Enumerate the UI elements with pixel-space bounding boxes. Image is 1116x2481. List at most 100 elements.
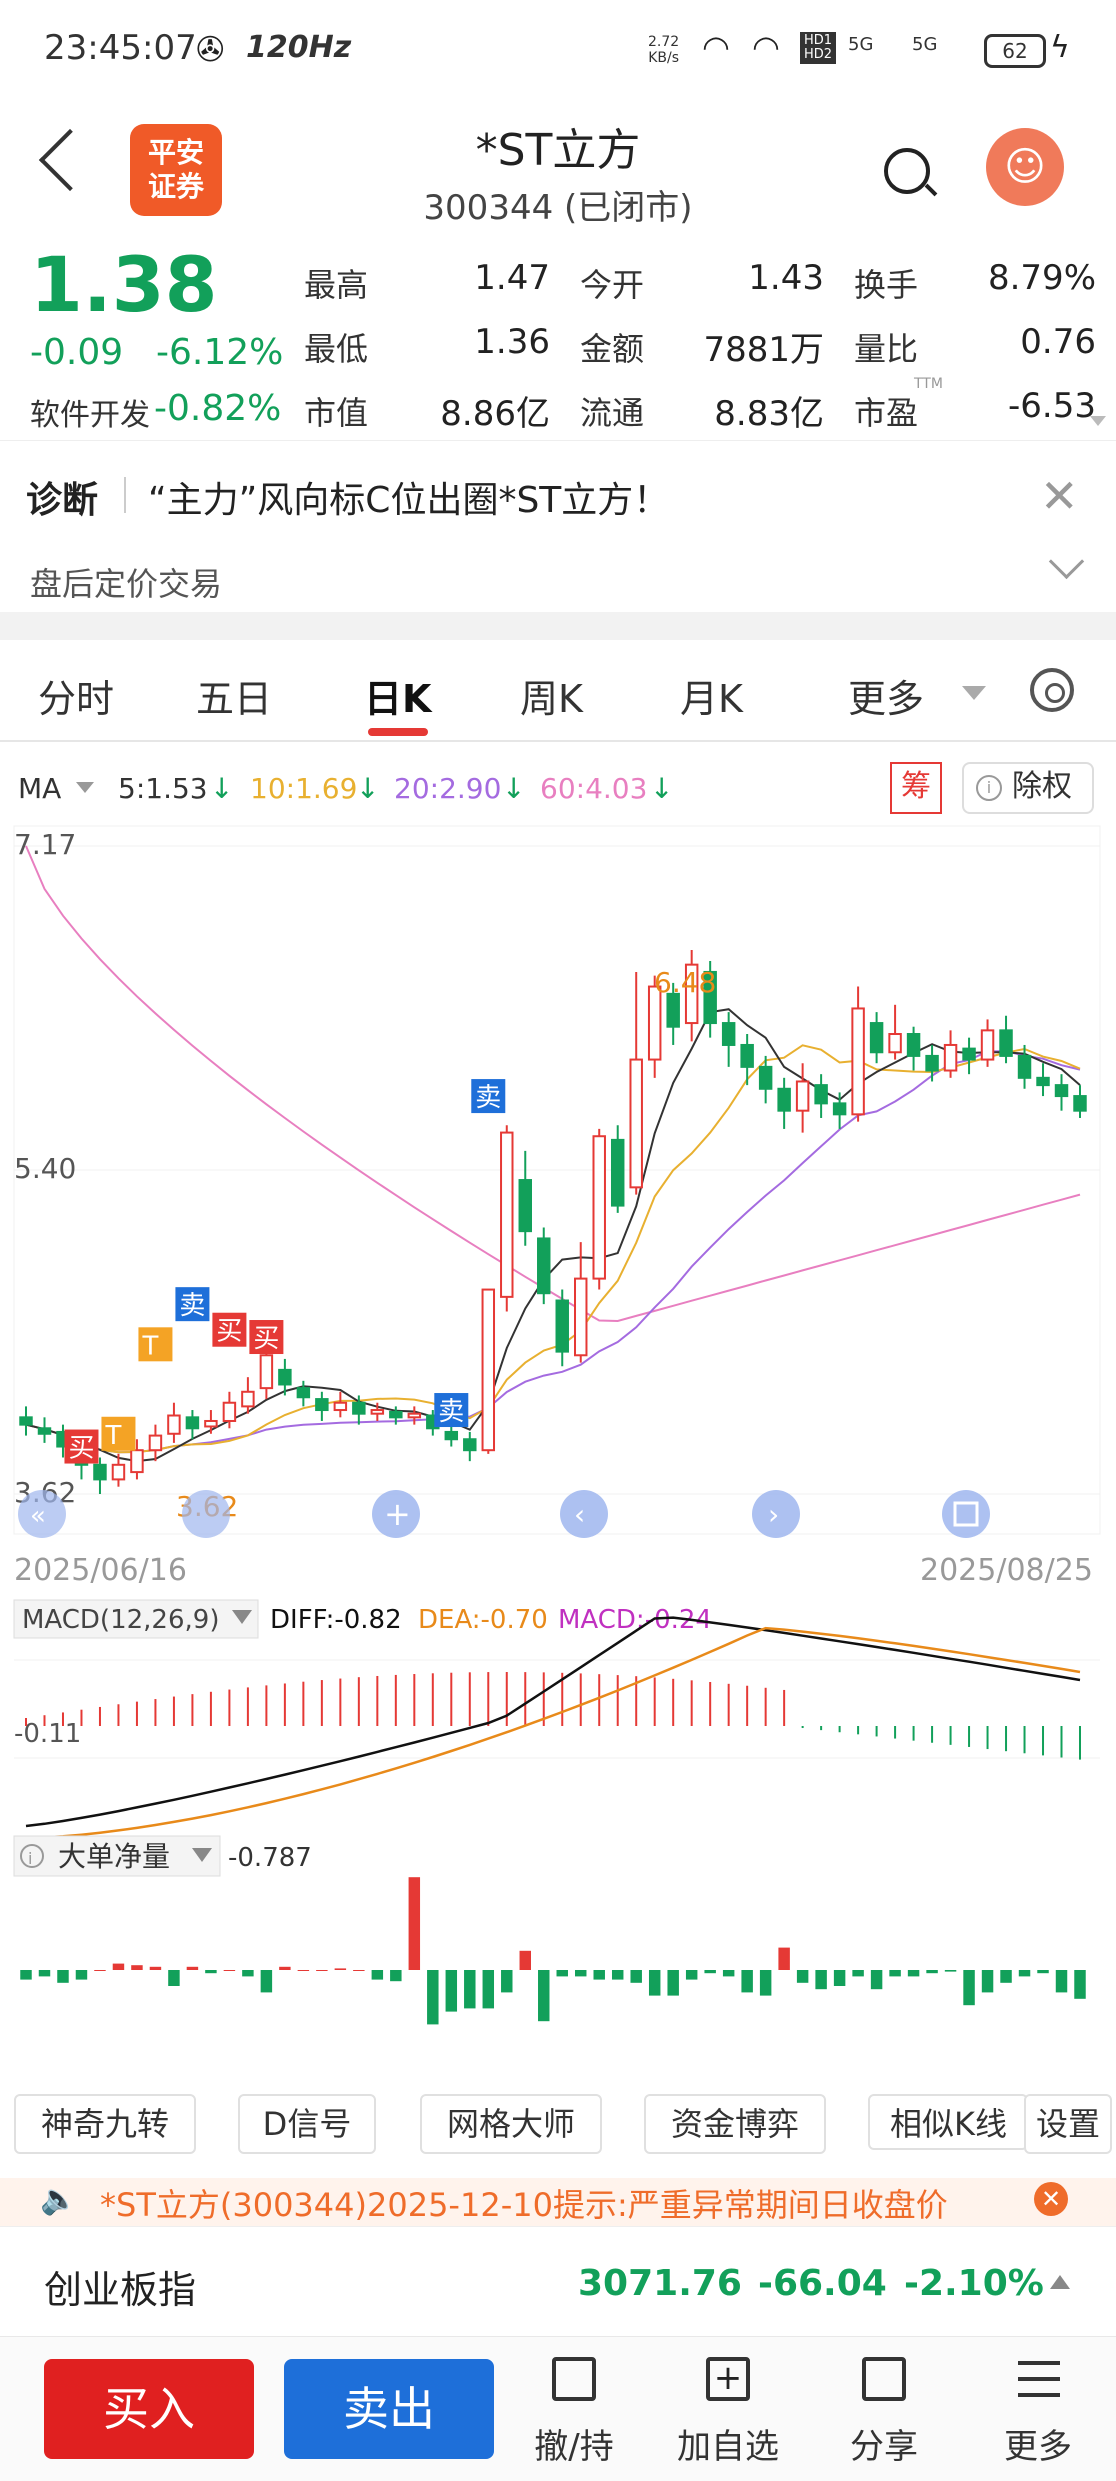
share-label[interactable]: 分享: [824, 2419, 944, 2468]
candle-body: [296, 1387, 311, 1399]
quote-label: 最低: [304, 330, 369, 368]
candle-body: [463, 1438, 477, 1452]
big-order-bar: [759, 1970, 772, 1996]
notice-bar[interactable]: 🔈 *ST立方(300344)2025-12-10提示:严重异常期间日收盘价 ✕: [0, 2178, 1116, 2226]
sector-name[interactable]: 软件开发: [30, 390, 150, 434]
chip-distribution-button[interactable]: 筹: [890, 762, 942, 814]
index-pct: -2.10%: [904, 2263, 1044, 2304]
battery-icon: 62: [984, 34, 1046, 68]
big-order-bar: [833, 1970, 846, 1986]
fan-icon: ✇: [196, 30, 225, 70]
chevron-down-icon[interactable]: [1048, 543, 1085, 580]
dropdown-arrow-icon[interactable]: [76, 782, 94, 793]
tab-five-day[interactable]: 五日: [196, 668, 272, 723]
big-order-bar: [353, 1970, 365, 1971]
divider: [124, 477, 126, 513]
search-icon[interactable]: [884, 148, 930, 194]
tool-magic-nine[interactable]: 神奇九转: [14, 2094, 196, 2154]
tab-monthly-k[interactable]: 月K: [680, 668, 743, 723]
t-mark-text: T: [104, 1421, 121, 1451]
down-arrow-icon: ↓: [210, 772, 234, 805]
top-header: 平安 证券 *ST立方 300344 (已闭市) ☺: [0, 100, 1116, 240]
index-change: -66.04: [758, 2263, 887, 2304]
more-label[interactable]: 更多: [978, 2419, 1098, 2468]
candles: [19, 950, 1087, 1494]
buy-button[interactable]: 买入: [44, 2359, 254, 2459]
cancel-hold-icon[interactable]: [552, 2357, 596, 2401]
quote-value-low: 1.36: [474, 322, 550, 362]
tab-daily-k[interactable]: 日K: [364, 668, 431, 723]
big-order-bars: [20, 1877, 1086, 2025]
diagnosis-panel[interactable]: 诊断 “主力”风向标C位出圈*ST立方！ ✕ 盘后定价交易: [0, 440, 1116, 611]
notice-text[interactable]: *ST立方(300344)2025-12-10提示:严重异常期间日收盘价: [100, 2180, 948, 2226]
expand-icon[interactable]: [1090, 416, 1106, 426]
y-mid-label: 5.40: [14, 1152, 76, 1185]
tool-grid-master[interactable]: 网格大师: [420, 2094, 602, 2154]
big-order-bar: [1037, 1970, 1049, 1974]
macd-axis-label: -0.11: [14, 1719, 81, 1749]
ma-selector[interactable]: MA: [18, 772, 61, 805]
tab-weekly-k[interactable]: 周K: [520, 668, 583, 723]
candle-body: [315, 1398, 329, 1412]
tool-similar-k[interactable]: 相似K线: [868, 2094, 1028, 2150]
big-order-bar: [316, 1970, 328, 1971]
status-bar: 23:45:07 ✇ 120Hz 2.72 KB/s ◠ ◠ HD1 HD2 5G …: [0, 0, 1116, 100]
add-watchlist-icon[interactable]: +: [706, 2357, 750, 2401]
signal-icon-2: 5G: [912, 34, 938, 55]
candle-body: [278, 1368, 292, 1386]
big-order-bar: [186, 1966, 199, 1970]
dropdown-arrow-icon: [962, 686, 986, 700]
candle-body: [259, 1354, 274, 1390]
more-icon[interactable]: [1018, 2361, 1060, 2397]
max-price-label: 6.48: [654, 966, 716, 999]
share-icon[interactable]: [862, 2357, 906, 2401]
assistant-avatar[interactable]: ☺: [986, 128, 1064, 206]
ex-rights-button[interactable]: i 除权: [962, 762, 1094, 814]
wifi-icon: ◠: [702, 28, 730, 66]
candle-body: [592, 1135, 606, 1280]
tab-timeshare[interactable]: 分时: [38, 668, 114, 723]
index-bar[interactable]: 创业板指 3071.76 -66.04 -2.10%: [0, 2226, 1116, 2337]
speaker-icon: 🔈: [40, 2182, 78, 2217]
tool-fund-game[interactable]: 资金博弈: [644, 2094, 826, 2154]
candle-body: [1017, 1054, 1032, 1079]
close-icon[interactable]: ✕: [1040, 469, 1079, 523]
add-watchlist-label[interactable]: 加自选: [668, 2419, 788, 2468]
big-order-bar: [926, 1970, 938, 1974]
quote-value-amount: 7881万: [703, 330, 824, 370]
candle-body: [204, 1419, 218, 1428]
buy-mark-text: 买: [216, 1317, 242, 1347]
diagnosis-tag: 诊断: [26, 480, 99, 521]
gear-icon[interactable]: [1030, 668, 1074, 712]
quote-label: 市值: [304, 394, 369, 432]
expand-up-icon[interactable]: [1050, 2275, 1070, 2289]
sell-mark-text: 卖: [179, 1291, 205, 1321]
candle-body: [888, 1033, 902, 1054]
after-hours-trading[interactable]: 盘后定价交易: [30, 559, 222, 605]
tool-settings[interactable]: 设置: [1024, 2094, 1112, 2154]
tab-more[interactable]: 更多: [848, 668, 924, 723]
big-order-bar: [611, 1970, 624, 1980]
big-order-label: 大单净量: [58, 1840, 170, 1873]
candle-body: [167, 1414, 181, 1435]
close-icon[interactable]: ✕: [1034, 2182, 1068, 2216]
big-order-bar: [889, 1970, 901, 1977]
tool-d-signal[interactable]: D信号: [238, 2094, 376, 2154]
diagnosis-headline[interactable]: “主力”风向标C位出圈*ST立方！: [148, 471, 669, 523]
sell-button[interactable]: 卖出: [284, 2359, 494, 2459]
svg-text:+: +: [384, 1495, 411, 1533]
big-order-bar: [538, 1970, 550, 2022]
candle-body: [352, 1401, 366, 1415]
quote-label: 最高: [304, 266, 369, 304]
period-tabs: 分时 五日 日K 周K 月K 更多: [0, 640, 1116, 742]
big-order-bar: [482, 1970, 495, 2009]
cancel-hold-label[interactable]: 撤/持: [514, 2419, 634, 2468]
zoom-out-icon: [182, 1490, 230, 1538]
big-order-bar: [168, 1970, 180, 1986]
big-order-bar: [390, 1970, 402, 1982]
ma10-value: 10:1.69: [250, 772, 358, 805]
sector-change: -0.82%: [154, 388, 282, 429]
kline-chart[interactable]: 买TT买卖买卖卖 7.17 5.40 3.62 6.48 3.62 « + ‹ …: [0, 820, 1116, 2090]
candle-body: [925, 1054, 939, 1072]
ma5-line: [25, 1008, 1081, 1463]
